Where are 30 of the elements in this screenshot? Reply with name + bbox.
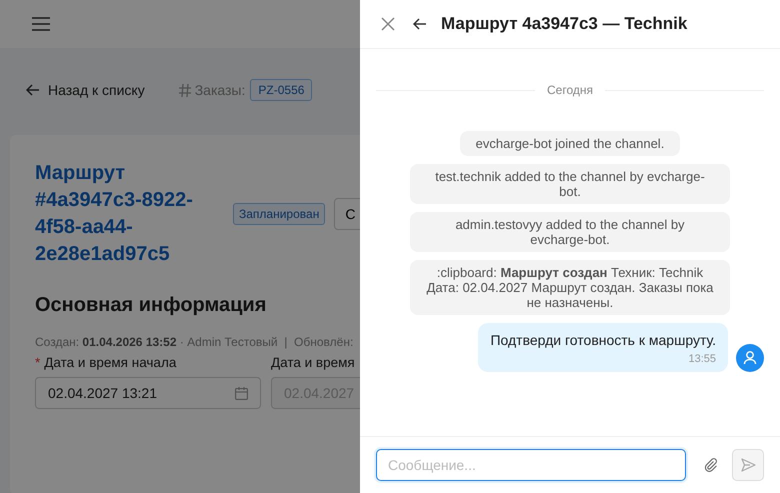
required-mark: * xyxy=(35,355,40,370)
system-message: evcharge-bot joined the channel. xyxy=(460,131,680,156)
system-message: admin.testovyy added to the channel by evcharge-bot. xyxy=(410,212,730,252)
orders-label: Заказы: xyxy=(194,82,246,98)
back-arrow-icon xyxy=(26,84,40,96)
message-text: Подтверди готовность к маршруту. xyxy=(490,332,716,348)
field-label: Дата и время xyxy=(271,355,355,370)
meta-info: Создан: 01.04.2026 13:52 · Admin Тестовый | Обновлён: xyxy=(35,335,354,349)
paperclip-icon[interactable] xyxy=(704,458,718,472)
send-icon xyxy=(740,458,756,472)
chat-title: Маршрут 4a3947c3 — Technik xyxy=(441,14,688,34)
order-tag[interactable]: PZ-0556 xyxy=(250,79,312,101)
hash-icon xyxy=(178,84,191,96)
calendar-icon xyxy=(235,386,248,400)
menu-icon[interactable] xyxy=(32,17,50,31)
system-message: test.technik added to the channel by evcharge-bot. xyxy=(410,164,730,204)
message-time: 13:55 xyxy=(688,353,716,365)
route-title: Маршрут #4a3947c3-8922-4f58-aa44-2e28e1ad97c5 xyxy=(35,161,194,267)
back-link[interactable]: Назад к списку xyxy=(26,82,145,98)
message-input[interactable]: Сообщение... xyxy=(376,449,686,481)
close-icon[interactable] xyxy=(381,17,395,31)
field-label: Дата и время начала xyxy=(44,355,176,370)
system-message: :clipboard: Маршрут создан Техник: Technik Дата: 02.04.2027 Маршрут создан. Заказы пока не назначены. xyxy=(410,260,730,315)
back-arrow-icon[interactable] xyxy=(413,18,427,30)
status-badge: Запланирован xyxy=(233,203,326,225)
action-button[interactable]: С xyxy=(334,198,360,230)
date-time-field[interactable]: 02.04.2027 13:21 xyxy=(35,377,261,409)
section-title: Основная информация xyxy=(35,294,268,317)
date-divider: Сегодня xyxy=(547,83,593,97)
avatar-icon xyxy=(736,344,764,372)
